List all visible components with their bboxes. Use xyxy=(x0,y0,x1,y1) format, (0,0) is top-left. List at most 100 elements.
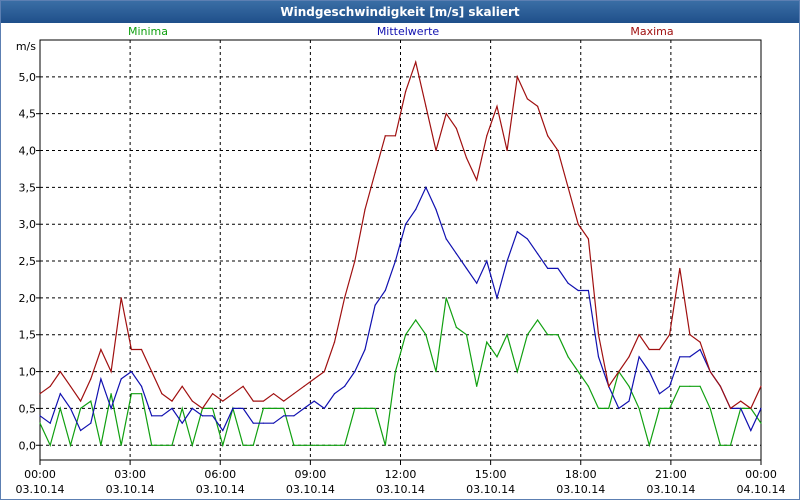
data-point-mittelwerte xyxy=(212,415,214,417)
data-point-maxima xyxy=(679,267,681,270)
data-point-mittelwerte xyxy=(374,304,376,306)
data-point-minima xyxy=(100,444,102,446)
data-point-mittelwerte xyxy=(597,356,600,358)
data-point-minima xyxy=(374,407,376,410)
data-point-maxima xyxy=(567,186,569,188)
data-point-maxima xyxy=(597,334,600,336)
data-point-minima xyxy=(283,407,285,410)
data-point-minima xyxy=(465,334,468,336)
data-point-maxima xyxy=(90,378,92,380)
data-point-mittelwerte xyxy=(567,282,569,284)
data-point-mittelwerte xyxy=(333,393,336,395)
data-point-mittelwerte xyxy=(130,370,132,373)
data-point-mittelwerte xyxy=(171,407,173,410)
data-point-mittelwerte xyxy=(557,267,559,270)
data-point-maxima xyxy=(740,400,742,402)
x-tick-label-time: 00:00 xyxy=(745,468,777,481)
data-point-maxima xyxy=(120,297,122,299)
data-point-mittelwerte xyxy=(648,370,650,373)
data-point-maxima xyxy=(496,105,498,107)
data-point-maxima xyxy=(608,385,610,387)
x-tick-label-time: 18:00 xyxy=(565,468,597,481)
y-tick-label: 1,5 xyxy=(19,329,37,342)
data-point-minima xyxy=(669,407,671,410)
data-point-mittelwerte xyxy=(293,415,295,417)
data-point-mittelwerte xyxy=(80,429,82,432)
data-point-mittelwerte xyxy=(283,415,285,417)
data-point-maxima xyxy=(709,370,711,373)
y-tick-label: 4,5 xyxy=(19,108,37,121)
data-point-minima xyxy=(354,407,356,410)
data-point-minima xyxy=(344,444,346,446)
data-point-mittelwerte xyxy=(577,289,579,292)
data-point-maxima xyxy=(394,135,397,137)
data-point-maxima xyxy=(699,341,701,343)
data-point-minima xyxy=(333,444,336,446)
data-point-mittelwerte xyxy=(536,253,539,255)
y-tick-label: 2,0 xyxy=(19,292,37,305)
data-point-minima xyxy=(729,444,732,446)
data-point-mittelwerte xyxy=(760,407,762,410)
data-point-maxima xyxy=(59,370,61,373)
data-point-mittelwerte xyxy=(415,208,417,211)
data-point-maxima xyxy=(171,400,173,402)
data-point-maxima xyxy=(689,334,691,336)
data-point-minima xyxy=(140,393,143,395)
data-point-mittelwerte xyxy=(161,415,163,417)
legend-entry-minima: Minima xyxy=(128,25,168,38)
data-point-maxima xyxy=(486,135,488,137)
data-point-mittelwerte xyxy=(658,393,661,395)
data-point-minima xyxy=(648,444,650,446)
data-point-minima xyxy=(242,444,244,446)
data-point-mittelwerte xyxy=(252,422,254,424)
y-axis-label: m/s xyxy=(16,40,36,53)
data-point-mittelwerte xyxy=(69,407,72,410)
data-point-minima xyxy=(719,444,721,446)
x-tick-label-date: 03.10.14 xyxy=(466,483,515,496)
data-point-minima xyxy=(658,407,661,410)
data-point-minima xyxy=(272,407,275,410)
data-point-mittelwerte xyxy=(110,407,112,410)
y-tick-label: 0,5 xyxy=(19,402,37,415)
y-tick-label: 2,5 xyxy=(19,255,37,268)
data-point-maxima xyxy=(364,208,366,211)
data-point-minima xyxy=(171,444,173,446)
data-point-minima xyxy=(293,444,295,446)
x-tick-label-date: 03.10.14 xyxy=(16,483,65,496)
x-tick-label-date: 03.10.14 xyxy=(106,483,155,496)
data-point-mittelwerte xyxy=(618,407,620,410)
data-point-minima xyxy=(476,385,478,387)
data-point-mittelwerte xyxy=(486,260,488,262)
data-point-minima xyxy=(760,422,762,424)
data-point-mittelwerte xyxy=(384,289,386,292)
data-point-minima xyxy=(80,407,82,410)
data-point-minima xyxy=(120,444,122,446)
data-point-maxima xyxy=(232,393,234,395)
data-point-maxima xyxy=(384,135,386,137)
data-point-mittelwerte xyxy=(750,429,752,432)
data-point-maxima xyxy=(344,297,346,299)
data-point-maxima xyxy=(618,370,620,373)
data-point-mittelwerte xyxy=(262,422,265,424)
data-point-minima xyxy=(435,370,437,373)
data-point-minima xyxy=(415,319,417,321)
x-tick-label-date: 03.10.14 xyxy=(646,483,695,496)
data-point-maxima xyxy=(293,393,295,395)
data-point-mittelwerte xyxy=(303,407,305,410)
data-point-maxima xyxy=(536,105,539,107)
data-point-mittelwerte xyxy=(201,415,204,417)
data-point-maxima xyxy=(435,149,437,152)
data-point-minima xyxy=(506,334,508,336)
data-point-mittelwerte xyxy=(181,422,183,424)
data-point-minima xyxy=(536,319,539,321)
data-point-mittelwerte xyxy=(699,348,701,351)
data-point-maxima xyxy=(272,393,275,395)
data-point-maxima xyxy=(354,260,356,262)
data-point-mittelwerte xyxy=(59,393,61,395)
data-point-maxima xyxy=(181,385,183,387)
data-point-minima xyxy=(49,444,51,446)
y-tick-label: 4,0 xyxy=(19,145,37,158)
data-point-minima xyxy=(323,444,325,446)
data-point-maxima xyxy=(547,135,549,137)
wind-speed-chart: 0,0 0,5 1,0 1,5 2,0 2,5 3,0 3,5 4,0 4,5 5,0 m/s 00:0… xyxy=(16,25,786,496)
